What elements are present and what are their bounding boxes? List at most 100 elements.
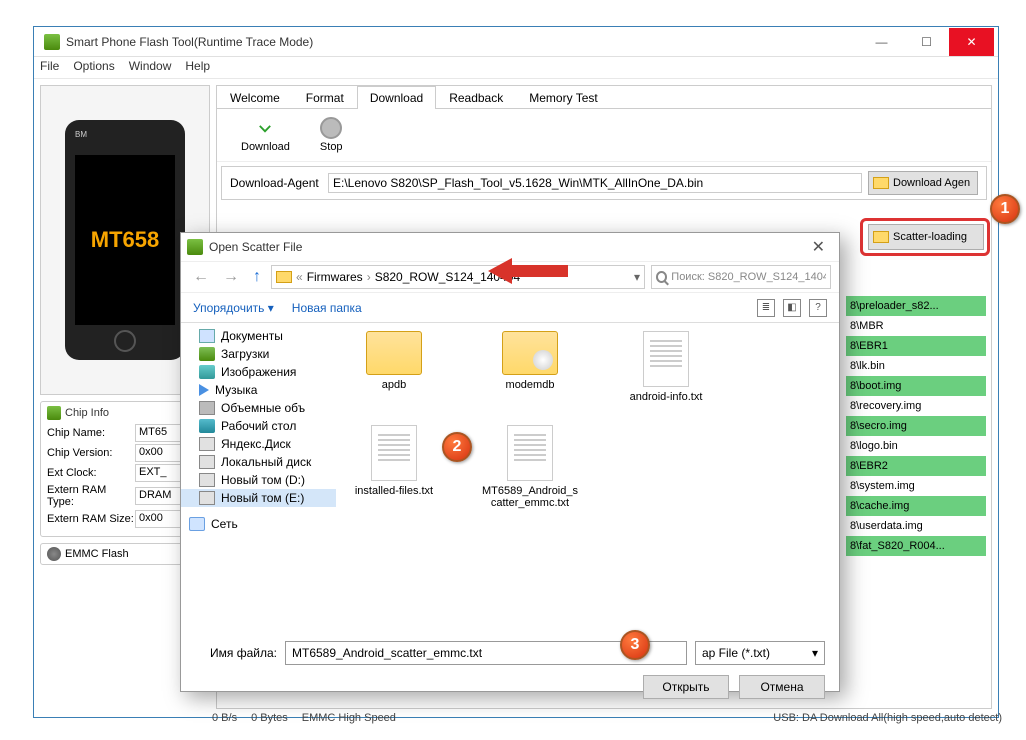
3d-icon: [199, 401, 215, 415]
file-icon: [643, 331, 689, 387]
folder-icon: [366, 331, 422, 375]
music-icon: [199, 384, 209, 396]
file-android-info[interactable]: android-info.txt: [616, 331, 716, 403]
file-area[interactable]: apdb modemdb android-info.txt installed-…: [336, 323, 839, 633]
titlebar: Smart Phone Flash Tool(Runtime Trace Mod…: [34, 27, 998, 57]
file-icon: [371, 425, 417, 481]
crumb-dropdown-icon[interactable]: ▾: [634, 270, 640, 284]
folder-icon: [873, 177, 889, 189]
partition-row[interactable]: 8\fat_S820_R004...: [846, 536, 986, 556]
download-button[interactable]: Download: [241, 117, 290, 153]
tab-welcome[interactable]: Welcome: [217, 86, 293, 109]
crumb-parent[interactable]: Firmwares: [307, 270, 363, 284]
tab-download[interactable]: Download: [357, 86, 436, 109]
sidebar-3d[interactable]: Объемные объ: [181, 399, 336, 417]
menu-file[interactable]: File: [40, 59, 59, 76]
sidebar-network[interactable]: Сеть: [181, 515, 336, 533]
close-button[interactable]: ✕: [949, 28, 994, 56]
folder-modemdb[interactable]: modemdb: [480, 331, 580, 403]
chip-icon: [47, 406, 61, 420]
red-arrow-icon: [488, 256, 568, 291]
partition-list: 8\preloader_s82... 8\MBR 8\EBR1 8\lk.bin…: [846, 296, 986, 556]
partition-row[interactable]: 8\EBR1: [846, 336, 986, 356]
dialog-icon: [187, 239, 203, 255]
partition-row[interactable]: 8\boot.img: [846, 376, 986, 396]
sidebar-local-c[interactable]: Локальный диск: [181, 453, 336, 471]
preview-pane-button[interactable]: ◧: [783, 299, 801, 317]
folder-icon: [873, 231, 889, 243]
documents-icon: [199, 329, 215, 343]
callout-3: 3: [620, 630, 650, 660]
sidebar-documents[interactable]: Документы: [181, 327, 336, 345]
breadcrumb-box[interactable]: « Firmwares › S820_ROW_S124_140404 ▾: [271, 265, 645, 289]
folder-icon: [502, 331, 558, 375]
folder-apdb[interactable]: apdb: [344, 331, 444, 403]
nav-forward-button[interactable]: →: [219, 268, 243, 286]
file-scatter[interactable]: MT6589_Android_scatter_emmc.txt: [480, 425, 580, 509]
nav-back-button[interactable]: ←: [189, 268, 213, 286]
partition-row[interactable]: 8\preloader_s82...: [846, 296, 986, 316]
menu-options[interactable]: Options: [73, 59, 114, 76]
sidebar-drive-d[interactable]: Новый том (D:): [181, 471, 336, 489]
chip-label: MT658: [91, 227, 159, 253]
sidebar-drive-e[interactable]: Новый том (E:): [181, 489, 336, 507]
app-icon: [44, 34, 60, 50]
dialog-toolbar: Упорядочить ▾ Новая папка ≣ ◧ ?: [181, 293, 839, 323]
phone-frame: BM MT658: [65, 120, 185, 360]
tab-memorytest[interactable]: Memory Test: [516, 86, 610, 109]
callout-2: 2: [442, 432, 472, 462]
open-button[interactable]: Открыть: [643, 675, 729, 699]
downloads-icon: [199, 347, 215, 361]
organize-button[interactable]: Упорядочить ▾: [193, 301, 274, 315]
sidebar-images[interactable]: Изображения: [181, 363, 336, 381]
dialog-sidebar: Документы Загрузки Изображения Музыка Об…: [181, 323, 336, 633]
dialog-close-button[interactable]: ✕: [804, 237, 833, 257]
partition-row[interactable]: 8\EBR2: [846, 456, 986, 476]
phone-brand: BM: [75, 130, 87, 139]
sidebar-downloads[interactable]: Загрузки: [181, 345, 336, 363]
partition-row[interactable]: 8\lk.bin: [846, 356, 986, 376]
agent-label: Download-Agent: [230, 176, 322, 190]
partition-row[interactable]: 8\userdata.img: [846, 516, 986, 536]
stop-button[interactable]: Stop: [320, 117, 343, 153]
download-arrow-icon: [254, 117, 276, 139]
new-folder-button[interactable]: Новая папка: [292, 301, 362, 315]
folder-icon: [276, 271, 292, 283]
download-agent-row: Download-Agent E:\Lenovo S820\SP_Flash_T…: [221, 166, 987, 200]
filename-label: Имя файла:: [195, 646, 277, 660]
partition-row[interactable]: 8\logo.bin: [846, 436, 986, 456]
sidebar-desktop[interactable]: Рабочий стол: [181, 417, 336, 435]
filetype-dropdown[interactable]: ap File (*.txt)▾: [695, 641, 825, 665]
file-installed-files[interactable]: installed-files.txt: [344, 425, 444, 509]
menu-window[interactable]: Window: [129, 59, 172, 76]
images-icon: [199, 365, 215, 379]
download-agent-button[interactable]: Download Agen: [868, 171, 978, 195]
partition-row[interactable]: 8\recovery.img: [846, 396, 986, 416]
dialog-body: Документы Загрузки Изображения Музыка Об…: [181, 323, 839, 633]
tab-readback[interactable]: Readback: [436, 86, 516, 109]
status-bar: 0 B/s 0 Bytes EMMC High Speed USB: DA Do…: [212, 712, 1002, 724]
open-file-dialog: Open Scatter File ✕ ← → ↑ « Firmwares › …: [180, 232, 840, 692]
menu-help[interactable]: Help: [185, 59, 210, 76]
partition-row[interactable]: 8\cache.img: [846, 496, 986, 516]
callout-1: 1: [990, 194, 1020, 224]
sidebar-yandex[interactable]: Яндекс.Диск: [181, 435, 336, 453]
scatter-loading-button[interactable]: Scatter-loading: [868, 224, 984, 250]
agent-path[interactable]: E:\Lenovo S820\SP_Flash_Tool_v5.1628_Win…: [328, 173, 862, 193]
window-title: Smart Phone Flash Tool(Runtime Trace Mod…: [66, 35, 859, 49]
search-box[interactable]: Поиск: S820_ROW_S124_140404: [651, 265, 831, 289]
drive-icon: [199, 491, 215, 505]
partition-row[interactable]: 8\secro.img: [846, 416, 986, 436]
home-button-icon: [114, 330, 136, 352]
sidebar-music[interactable]: Музыка: [181, 381, 336, 399]
tab-format[interactable]: Format: [293, 86, 357, 109]
help-button[interactable]: ?: [809, 299, 827, 317]
view-mode-button[interactable]: ≣: [757, 299, 775, 317]
partition-row[interactable]: 8\MBR: [846, 316, 986, 336]
cancel-button[interactable]: Отмена: [739, 675, 825, 699]
minimize-button[interactable]: —: [859, 28, 904, 56]
partition-row[interactable]: 8\system.img: [846, 476, 986, 496]
drive-icon: [199, 473, 215, 487]
nav-up-button[interactable]: ↑: [249, 268, 265, 286]
maximize-button[interactable]: ☐: [904, 28, 949, 56]
